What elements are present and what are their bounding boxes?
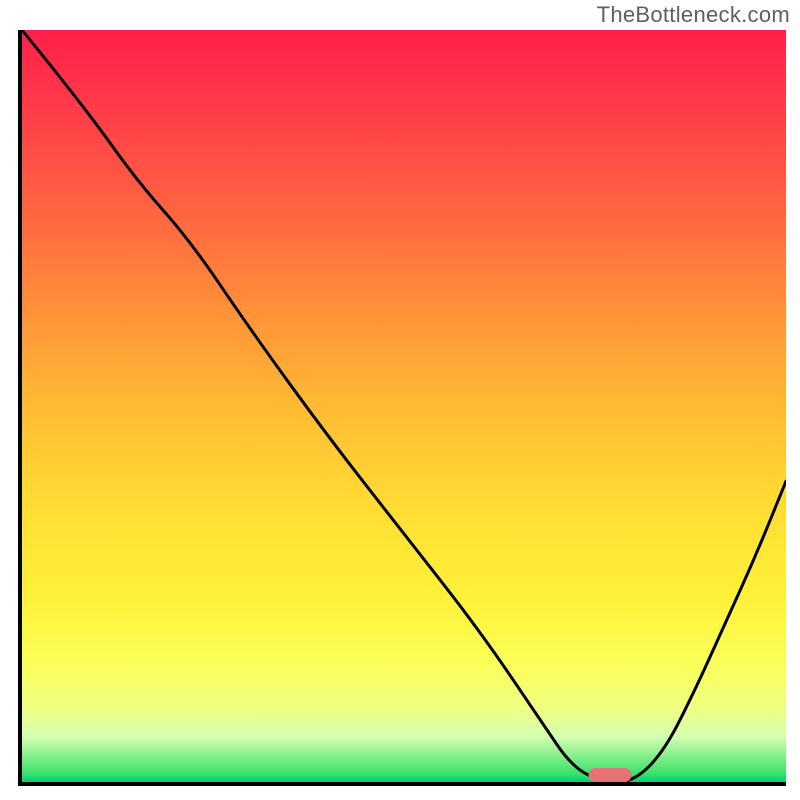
- attribution-label: TheBottleneck.com: [597, 2, 790, 28]
- chart-container: TheBottleneck.com: [0, 0, 800, 800]
- optimal-marker: [589, 768, 632, 782]
- plot-area: [18, 30, 786, 786]
- bottleneck-curve: [22, 30, 786, 782]
